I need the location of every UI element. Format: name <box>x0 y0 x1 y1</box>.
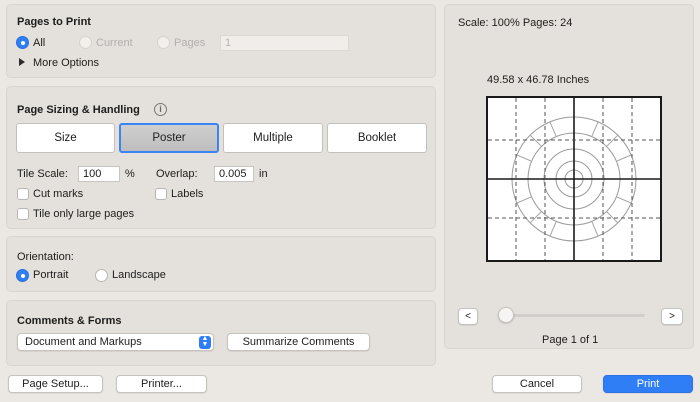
tile-large-pages-checkbox[interactable] <box>17 208 29 220</box>
comments-forms-group: Comments & Forms Document and Markups ▲ ▼… <box>6 300 436 366</box>
comments-forms-title: Comments & Forms <box>17 315 122 327</box>
disclosure-triangle-icon[interactable] <box>19 58 25 66</box>
cut-marks-label: Cut marks <box>33 188 84 200</box>
cut-marks-checkbox[interactable] <box>17 188 29 200</box>
overlap-unit: in <box>259 168 268 180</box>
page-slider-thumb[interactable] <box>498 307 514 323</box>
chevron-up-down-icon: ▲ ▼ <box>199 335 211 349</box>
radio-all-label: All <box>33 37 46 49</box>
next-page-button[interactable]: > <box>661 308 683 325</box>
page-setup-button[interactable]: Page Setup... <box>8 375 103 393</box>
radio-pages-label: Pages <box>174 37 206 49</box>
radio-current[interactable] <box>79 36 92 49</box>
preview-scale-text: Scale: 100% Pages: 24 <box>458 17 573 29</box>
page-sizing-title: Page Sizing & Handling <box>17 104 140 116</box>
radio-landscape-label: Landscape <box>112 269 166 281</box>
overlap-input[interactable]: 0.005 <box>214 166 254 182</box>
page-indicator: Page 1 of 1 <box>542 334 599 346</box>
radio-portrait-label: Portrait <box>33 269 69 281</box>
labels-label: Labels <box>171 188 204 200</box>
page-slider-track[interactable] <box>502 314 645 317</box>
tile-scale-input[interactable]: 100 <box>78 166 120 182</box>
mode-poster-button[interactable]: Poster <box>119 123 219 153</box>
summarize-comments-button[interactable]: Summarize Comments <box>227 333 370 351</box>
comments-select-value: Document and Markups <box>25 336 142 348</box>
poster-preview <box>486 96 662 262</box>
more-options-label[interactable]: More Options <box>33 57 99 69</box>
pages-to-print-title: Pages to Print <box>17 16 91 28</box>
pages-to-print-group: Pages to Print All Current Pages 1 More … <box>6 4 436 78</box>
radio-all[interactable] <box>16 36 29 49</box>
radio-current-label: Current <box>96 37 133 49</box>
printer-button[interactable]: Printer... <box>116 375 207 393</box>
tile-scale-unit: % <box>125 168 135 180</box>
print-button[interactable]: Print <box>603 375 693 393</box>
mode-booklet-button[interactable]: Booklet <box>327 123 427 153</box>
page-sizing-group: Page Sizing & Handling i Size Poster Mul… <box>6 86 436 229</box>
mode-size-button[interactable]: Size <box>16 123 115 153</box>
radio-landscape[interactable] <box>95 269 108 282</box>
radio-portrait[interactable] <box>16 269 29 282</box>
info-icon[interactable]: i <box>154 103 167 116</box>
tile-large-pages-label: Tile only large pages <box>33 208 135 220</box>
tile-scale-label: Tile Scale: <box>17 168 68 180</box>
overlap-label: Overlap: <box>156 168 198 180</box>
labels-checkbox[interactable] <box>155 188 167 200</box>
preview-dimensions: 49.58 x 46.78 Inches <box>487 74 590 86</box>
orientation-title: Orientation: <box>17 251 74 263</box>
cancel-button[interactable]: Cancel <box>492 375 582 393</box>
pages-range-input[interactable]: 1 <box>220 35 349 51</box>
preview-panel: Scale: 100% Pages: 24 49.58 x 46.78 Inch… <box>444 4 694 349</box>
comments-select[interactable]: Document and Markups ▲ ▼ <box>17 333 214 351</box>
orientation-group: Orientation: Portrait Landscape <box>6 236 436 292</box>
mode-multiple-button[interactable]: Multiple <box>223 123 323 153</box>
prev-page-button[interactable]: < <box>458 308 478 325</box>
radio-pages[interactable] <box>157 36 170 49</box>
